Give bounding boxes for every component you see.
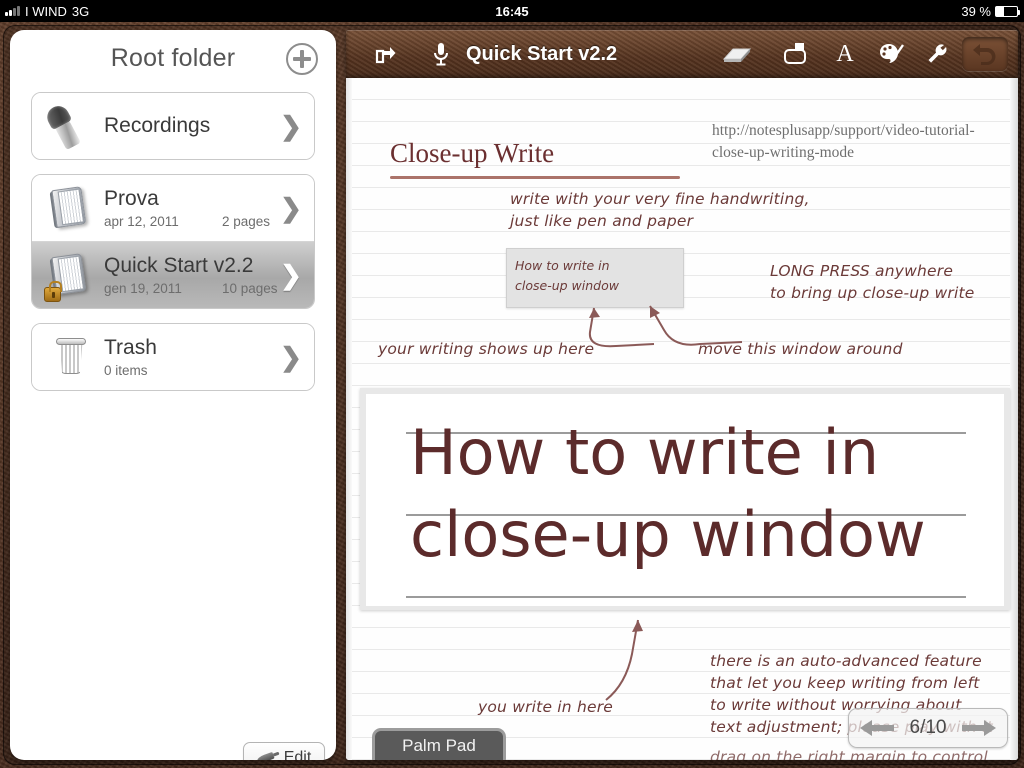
document-title: Quick Start v2.2 [466,42,618,65]
note-drag-right-margin: drag on the right margin to control [710,748,988,760]
notebook-date: apr 12, 2011 [104,214,179,230]
chevron-right-icon: ❯ [280,111,302,141]
notebook-view: Quick Start v2.2 A http://notesplusapp/s… [346,30,1018,760]
heading-underline [390,176,680,179]
sidebar-panel: Root folder Recordings ❯ Prova apr 12, 2… [10,30,336,760]
edit-button-label: Edit [283,749,312,760]
palette-brush-icon[interactable] [873,35,911,73]
trash-icon [44,332,98,382]
previous-page-button[interactable] [858,717,896,739]
notebook-toolbar: Quick Start v2.2 A [346,30,1018,78]
notebook-page-count: 10 pages [222,281,278,297]
undo-button[interactable] [962,37,1008,71]
sidebar-group-recordings: Recordings ❯ [31,92,315,160]
notebook-locked-icon [44,250,98,302]
page-indicator-label: 6/10 [909,717,947,738]
sidebar-item-meta: apr 12, 2011 2 pages [104,214,280,229]
page-right-margin[interactable] [1010,78,1018,760]
closeup-preview-text: How to write in close-up window [515,258,619,293]
tutorial-url-text: http://notesplusapp/support/video-tutori… [712,122,975,161]
microphone-icon[interactable] [422,35,460,73]
lock-icon [44,281,62,302]
sidebar-group-trash: Trash 0 items ❯ [31,323,315,391]
note-long-press: LONG PRESS anywhere to bring up close-up… [770,262,975,302]
sidebar-item-recordings[interactable]: Recordings ❯ [32,93,314,159]
sidebar-item-meta: 0 items [104,363,280,378]
note-writing-shows-here: your writing shows up here [378,340,595,358]
battery-percent-label: 39 % [961,3,991,19]
wrench-icon[interactable] [918,35,956,73]
microphone-icon [43,101,98,151]
sidebar-item-text: Prova apr 12, 2011 2 pages [104,187,280,229]
page-heading: Close-up Write [390,138,555,168]
add-folder-button[interactable] [286,43,318,75]
chevron-right-icon: ❯ [280,342,302,372]
trash-item-count: 0 items [104,363,148,379]
sidebar-item-label: Recordings [104,114,211,138]
sidebar-item-label: Prova [104,186,159,210]
clock-label: 16:45 [495,3,529,19]
next-page-button[interactable] [960,717,998,739]
palm-pad-label: Palm Pad [402,735,476,755]
closeup-write-canvas[interactable]: How to write in close-up window [366,394,1004,606]
text-tool-icon[interactable]: A [826,35,864,73]
closeup-handwriting-text: How to write in close-up window [410,416,926,571]
palm-pad-tab[interactable]: Palm Pad [372,728,506,760]
edit-button[interactable]: Edit [243,742,325,760]
page-navigator: 6/10 [848,708,1008,748]
battery-icon [995,5,1020,17]
chevron-right-icon: ❯ [280,193,302,223]
closeup-rule-line [406,596,966,598]
lasso-select-icon[interactable] [776,35,814,73]
sidebar-group-notebooks: Prova apr 12, 2011 2 pages ❯ Quick Start… [31,174,315,309]
sidebar-item-label: Trash [104,335,157,359]
chevron-right-icon: ❯ [280,260,302,290]
sidebar-item-label: Quick Start v2.2 [104,253,254,277]
sidebar-item-text: Quick Start v2.2 gen 19, 2011 10 pages [104,254,280,296]
sidebar-item-prova[interactable]: Prova apr 12, 2011 2 pages ❯ [32,175,314,241]
sidebar-item-text: Trash 0 items [104,336,280,378]
sidebar-item-meta: gen 19, 2011 10 pages [104,281,280,296]
closeup-write-panel[interactable]: How to write in close-up window [360,388,1010,610]
sidebar-title: Root folder [110,43,236,72]
pen-icon [255,749,278,760]
sidebar-item-quick-start[interactable]: Quick Start v2.2 gen 19, 2011 10 pages ❯ [32,241,314,308]
notebook-page-count: 2 pages [222,214,271,230]
share-icon[interactable] [366,35,404,73]
note-page[interactable]: http://notesplusapp/support/video-tutori… [346,78,1018,760]
notebook-icon [44,183,98,233]
sidebar-header: Root folder [10,30,336,86]
note-move-window: move this window around [698,340,903,358]
sidebar-item-text: Recordings [104,114,280,137]
page-left-margin [346,78,352,760]
note-fine-handwriting: write with your very fine handwriting, j… [510,190,810,230]
note-you-write-here: you write in here [478,698,614,716]
eraser-icon[interactable] [718,35,756,73]
leather-desktop: Root folder Recordings ❯ Prova apr 12, 2… [0,22,1024,768]
notebook-date: gen 19, 2011 [104,281,182,297]
status-bar: I WIND 3G 16:45 39 % [0,0,1024,22]
sidebar-item-trash[interactable]: Trash 0 items ❯ [32,324,314,390]
closeup-window-preview[interactable]: How to write in close-up window [506,248,684,308]
status-right: 39 % [961,3,1020,19]
